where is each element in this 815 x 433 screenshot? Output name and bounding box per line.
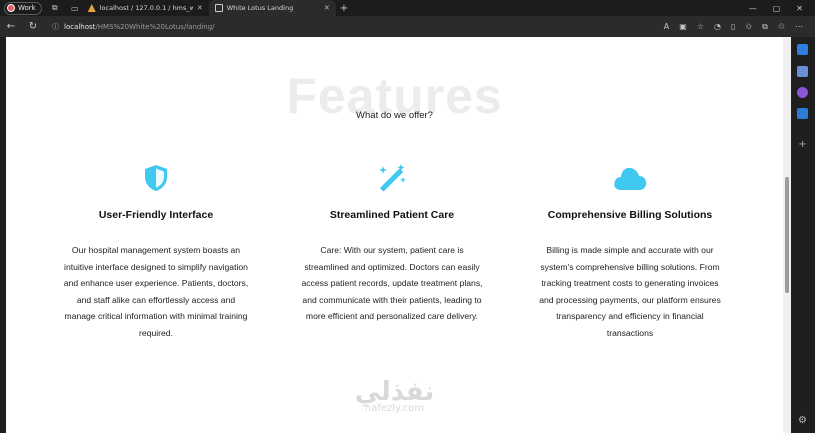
feature-description: Care: With our system, patient care is s… — [301, 245, 483, 321]
sail-favicon-icon — [87, 4, 96, 12]
window-controls: — ▢ ✕ — [749, 4, 815, 13]
maximize-icon[interactable]: ▢ — [773, 4, 781, 13]
url-path: /HMS%20White%20Lotus/landing/ — [95, 22, 215, 31]
favorites-icon[interactable]: ✩ — [745, 22, 752, 32]
back-arrow-icon[interactable]: ← — [0, 21, 22, 32]
tab-title: White Lotus Landing — [226, 4, 294, 12]
outlook-icon[interactable] — [797, 108, 808, 119]
split-view-icon[interactable]: ▯ — [731, 22, 735, 32]
shield-icon — [36, 163, 276, 193]
minimize-icon[interactable]: — — [749, 4, 757, 13]
copilot-icon[interactable] — [797, 87, 808, 98]
collections-icon[interactable]: ⧉ — [762, 22, 768, 32]
scrollbar-thumb[interactable] — [785, 177, 789, 293]
feature-description: Billing is made simple and accurate with… — [539, 245, 721, 338]
browser-tab-bar: Work ⧉ ▭ localhost / 127.0.0.1 / hms_whi… — [0, 0, 815, 16]
address-bar-row: ← ↻ ⓘ localhost/HMS%20White%20Lotus/land… — [0, 16, 815, 37]
tab-title: localhost / 127.0.0.1 / hms_white — [99, 4, 193, 12]
feature-card-billing: Comprehensive Billing Solutions Billing … — [510, 163, 750, 341]
refresh-icon[interactable]: ↻ — [22, 21, 44, 32]
tab-actions-icon[interactable]: ▭ — [68, 1, 82, 15]
add-sidebar-app-icon[interactable]: + — [797, 139, 808, 150]
profile-button[interactable]: Work — [4, 1, 42, 15]
close-icon[interactable]: ✕ — [197, 4, 203, 12]
close-window-icon[interactable]: ✕ — [796, 4, 803, 13]
favorite-star-icon[interactable]: ☆ — [697, 22, 704, 32]
page-scrollbar[interactable] — [783, 37, 791, 433]
feature-title: Streamlined Patient Care — [329, 209, 455, 221]
address-field[interactable]: ⓘ localhost/HMS%20White%20Lotus/landing/ — [52, 22, 652, 32]
features-subtitle: What do we offer? — [356, 110, 433, 121]
url-host: localhost — [64, 22, 96, 31]
split-screen-icon[interactable]: ▣ — [679, 22, 687, 32]
read-aloud-icon[interactable]: A — [664, 22, 669, 32]
extensions-puzzle-icon[interactable]: ♲ — [778, 22, 785, 32]
new-tab-button[interactable]: + — [340, 3, 348, 14]
info-icon[interactable]: ⓘ — [52, 22, 59, 32]
page-viewport: Features What do we offer? User-Friendly… — [6, 37, 783, 433]
browser-essentials-icon[interactable]: ◔ — [714, 22, 721, 32]
magic-wand-icon — [272, 163, 512, 193]
feature-title: User-Friendly Interface — [98, 209, 214, 221]
feature-card-patient-care: Streamlined Patient Care Care: With our … — [272, 163, 512, 325]
address-bar-actions: A ▣ ☆ ◔ ▯ ✩ ⧉ ♲ ⋯ — [664, 22, 815, 32]
sidebar-settings-gear-icon[interactable]: ⚙ — [797, 415, 808, 426]
shopping-tag-icon[interactable] — [797, 66, 808, 77]
more-menu-icon[interactable]: ⋯ — [795, 22, 803, 32]
browser-sidebar: + ⚙ — [791, 37, 815, 433]
tab-white-lotus[interactable]: White Lotus Landing ✕ — [208, 0, 336, 16]
feature-title: Comprehensive Billing Solutions — [547, 209, 713, 221]
cloud-icon — [510, 163, 750, 193]
feature-card-user-friendly: User-Friendly Interface Our hospital man… — [36, 163, 276, 341]
watermark-latin: nafezly.com — [364, 403, 425, 414]
profile-label: Work — [18, 4, 36, 12]
feature-description: Our hospital management system boasts an… — [63, 245, 249, 338]
close-icon[interactable]: ✕ — [324, 4, 330, 12]
tab-phpmyadmin[interactable]: localhost / 127.0.0.1 / hms_white ✕ — [82, 0, 209, 16]
profile-avatar-icon — [7, 4, 15, 12]
page-favicon-icon — [214, 4, 223, 12]
extensions-icon[interactable]: ⧉ — [48, 1, 62, 15]
watermark: نفذلي nafezly.com — [6, 377, 783, 414]
search-sidebar-icon[interactable] — [797, 44, 808, 55]
